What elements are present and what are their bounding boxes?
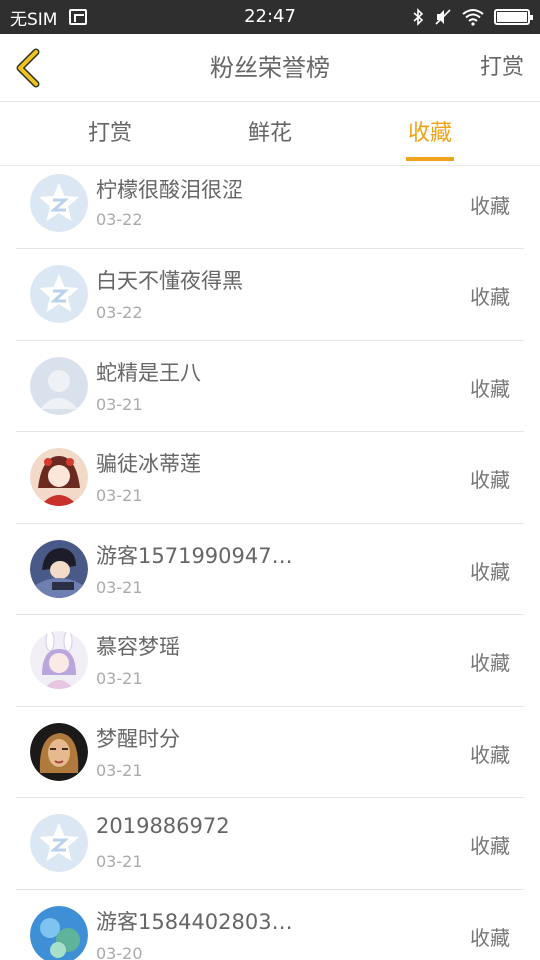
- user-name: 白天不懂夜得黑: [96, 269, 243, 293]
- list-item[interactable]: 骗徒冰蒂莲 03-21 收藏: [16, 432, 524, 524]
- item-date: 03-21: [96, 852, 143, 871]
- favorite-label: 收藏: [470, 468, 510, 492]
- user-name: 柠檬很酸泪很涩: [96, 178, 243, 202]
- active-tab-indicator: [406, 157, 454, 161]
- anime-boy-avatar: [30, 539, 88, 598]
- favorite-label: 收藏: [470, 285, 510, 309]
- item-date: 03-22: [96, 210, 143, 229]
- item-date: 03-21: [96, 486, 143, 505]
- status-right: [412, 0, 533, 34]
- wifi-icon: [462, 9, 484, 26]
- user-name: 蛇精是王八: [96, 360, 201, 385]
- list-item[interactable]: 柠檬很酸泪很涩 03-22 收藏: [16, 166, 524, 249]
- list-item[interactable]: 游客1584402803… 03-20 收藏: [16, 890, 524, 960]
- list-item[interactable]: 慕容梦瑶 03-21 收藏: [16, 615, 524, 707]
- status-bar: 无SIM 22:47: [0, 0, 540, 34]
- qq-star-avatar: [30, 265, 88, 323]
- user-name: 2019886972: [96, 814, 230, 838]
- list-item[interactable]: 梦醒时分 03-21 收藏: [16, 707, 524, 798]
- user-name: 游客1571990947…: [96, 543, 293, 568]
- nature-blue-avatar: [30, 905, 88, 960]
- mute-icon: [435, 9, 451, 25]
- bluetooth-icon: [413, 8, 424, 26]
- tab-bar: 打赏 鲜花 收藏: [0, 102, 540, 166]
- user-name: 游客1584402803…: [96, 909, 293, 934]
- battery-icon: [494, 9, 533, 25]
- user-name: 骗徒冰蒂莲: [96, 452, 201, 476]
- item-date: 03-20: [96, 943, 143, 960]
- favorite-label: 收藏: [470, 742, 510, 767]
- qq-star-avatar: [30, 174, 88, 232]
- user-name: 慕容梦瑶: [96, 635, 180, 659]
- app-header: 粉丝荣誉榜 打赏: [0, 34, 540, 102]
- list-item[interactable]: 蛇精是王八 03-21 收藏: [16, 341, 524, 432]
- anime-bunny-girl-avatar: [30, 631, 88, 689]
- page-title: 粉丝荣誉榜: [210, 54, 330, 82]
- item-date: 03-21: [96, 760, 143, 780]
- item-date: 03-22: [96, 303, 143, 322]
- user-name: 梦醒时分: [96, 726, 180, 751]
- list-item[interactable]: 2019886972 03-21 收藏: [16, 798, 524, 890]
- qq-star-avatar: [30, 814, 88, 872]
- portrait-woman-avatar: [30, 722, 88, 781]
- item-date: 03-21: [96, 669, 143, 688]
- list-item[interactable]: 游客1571990947… 03-21 收藏: [16, 524, 524, 615]
- favorite-label: 收藏: [470, 651, 510, 675]
- item-date: 03-21: [96, 577, 143, 597]
- favorite-label: 收藏: [470, 925, 510, 950]
- tab-reward[interactable]: 打赏: [70, 102, 150, 166]
- reward-header-button[interactable]: 打赏: [480, 34, 524, 102]
- item-date: 03-21: [96, 394, 143, 414]
- favorite-label: 收藏: [470, 376, 510, 401]
- anime-girl-red-avatar: [30, 448, 88, 506]
- default-person-avatar: [30, 356, 88, 415]
- favorite-label: 收藏: [470, 559, 510, 584]
- favorite-label: 收藏: [470, 194, 510, 218]
- tab-flowers[interactable]: 鲜花: [230, 102, 310, 166]
- list-item[interactable]: 白天不懂夜得黑 03-22 收藏: [16, 249, 524, 341]
- favorite-label: 收藏: [470, 834, 510, 858]
- fans-list: 柠檬很酸泪很涩 03-22 收藏 白天不懂夜得黑 03-22 收藏 蛇精是王八 …: [0, 166, 540, 960]
